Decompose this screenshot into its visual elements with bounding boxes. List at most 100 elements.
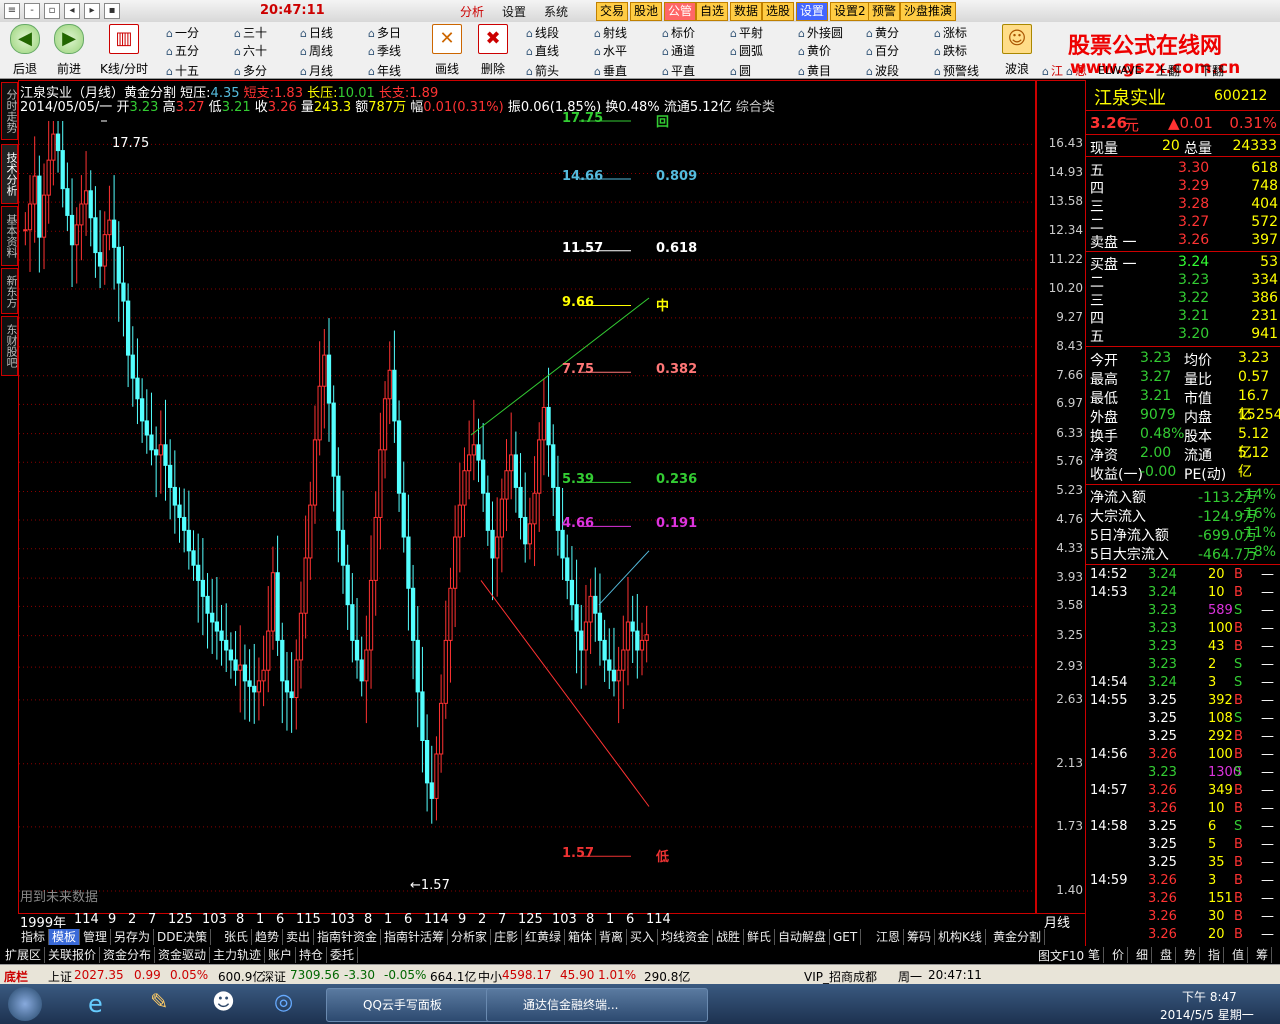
tab-public[interactable]: 公管 [664,2,697,21]
indicator-tab[interactable]: 背离 [596,929,628,945]
lower-tab[interactable]: 资金驱动 [155,947,211,963]
indicator-tab[interactable]: 张氏 [221,929,253,945]
period-week[interactable]: 周线 [300,42,333,59]
menu-system[interactable]: 系统 [544,3,568,20]
tool-alert-line[interactable]: 预警线 [934,62,979,79]
indicator-tab[interactable]: 战胜 [713,929,745,945]
tab-screener[interactable]: 选股 [762,2,795,21]
tab-sandbox[interactable]: 沙盘推演 [900,2,957,21]
tool-horizontal[interactable]: 水平 [594,42,627,59]
app-menu-icon[interactable]: ≡ [4,3,20,19]
tool-vertical[interactable]: 垂直 [594,62,627,79]
tab-alert[interactable]: 预警 [868,2,901,21]
indicator-tab[interactable]: 庄影 [491,929,523,945]
trend-line-up[interactable] [470,297,650,436]
tool-down-mark[interactable]: 跌标 [934,42,967,59]
tool-flat[interactable]: 平直 [662,62,695,79]
lower-tab[interactable]: 扩展区 [2,947,46,963]
side-tab-fundamental[interactable]: 基本资料 [1,206,18,266]
status-label[interactable]: 底栏 [4,968,28,985]
tool-line[interactable]: 直线 [526,42,559,59]
indicator-tab[interactable]: 管理 [80,929,112,945]
period-quarter[interactable]: 季线 [368,42,401,59]
trend-line-short[interactable] [598,550,650,606]
period-day[interactable]: 日线 [300,24,333,41]
lower-tab[interactable]: 资金分布 [100,947,156,963]
lower-tab[interactable]: 关联报价 [45,947,101,963]
browser-icon[interactable]: ◎ [274,990,304,1018]
period-year[interactable]: 年线 [368,62,401,79]
forward-button[interactable]: ▶ 前进 [46,24,92,77]
side-tab-intraday[interactable]: 分时走势 [1,82,18,140]
back-button[interactable]: ◀ 后退 [2,24,48,77]
indicator-tab[interactable]: 买入 [627,929,659,945]
lower-tab[interactable]: 持仓 [296,947,328,963]
indicator-tab[interactable]: 指南针活筹 [381,929,449,945]
kline-chart[interactable] [18,80,1036,914]
taskbar-date[interactable]: 2014/5/5 星期一 [1160,1006,1254,1023]
kline-toggle-button[interactable]: ▥ K线/分时 [96,24,152,77]
side-tab-technical[interactable]: 技术分析 [1,144,18,204]
tab-trade[interactable]: 交易 [596,2,629,21]
tool-channel[interactable]: 通道 [662,42,695,59]
quote-tab[interactable]: 笔 [1085,947,1105,963]
quote-tab[interactable]: 价 [1109,947,1129,963]
period-5min[interactable]: 五分 [166,42,199,59]
tool-ray[interactable]: 射线 [594,24,627,41]
delete-line-button[interactable]: ✖ 删除 [470,24,516,77]
vip-account[interactable]: VIP_招商成都 [804,968,877,985]
indicator-tab[interactable]: 模板 [49,929,81,945]
period-1min[interactable]: 一分 [166,24,199,41]
quote-tab[interactable]: 盘 [1157,947,1177,963]
tool-wave-band[interactable]: 波段 [866,62,899,79]
period-15min[interactable]: 十五 [166,62,199,79]
wave-button[interactable]: ☺ 波浪 [994,24,1040,77]
side-tab-forum[interactable]: 东财股吧 [1,316,18,376]
quote-tab[interactable]: 势 [1181,947,1201,963]
tool-gann-jiang[interactable]: 江 [1042,62,1063,79]
tab-stock-pool[interactable]: 股池 [630,2,663,21]
indicator-tab[interactable]: 指标 [18,929,50,945]
side-tab-new-east[interactable]: 新东方 [1,268,18,314]
quote-tab[interactable]: 值 [1229,947,1249,963]
tab-watchlist[interactable]: 自选 [696,2,729,21]
period-60min[interactable]: 六十 [234,42,267,59]
tool-percent[interactable]: 百分 [866,42,899,59]
indicator-tab[interactable]: 黄金分割 [990,929,1046,945]
tab-data[interactable]: 数据 [730,2,763,21]
indicator-tab[interactable]: 自动解盘 [775,929,831,945]
page-down-button[interactable]: 下翻 [1200,62,1224,79]
task-tongdaxin[interactable]: 通达信金融终端... [486,988,708,1022]
period-30min[interactable]: 三十 [234,24,267,41]
paint-icon[interactable]: ✎ [150,990,180,1018]
indicator-tab[interactable]: 分析家 [448,929,492,945]
f10-button[interactable]: 图文F10 [1038,947,1084,964]
indicator-tab[interactable]: 红黄绿 [522,929,566,945]
tool-up-mark[interactable]: 涨标 [934,24,967,41]
indicator-tab[interactable]: DDE决策 [154,929,212,945]
quote-tab[interactable]: 细 [1133,947,1153,963]
quote-tab[interactable]: 筹 [1253,947,1273,963]
indicator-tab[interactable]: 趋势 [252,929,284,945]
indicator-tab[interactable]: 机构K线 [935,929,986,945]
period-month[interactable]: 月线 [300,62,333,79]
menu-settings[interactable]: 设置 [502,3,526,20]
lower-tab[interactable]: 账户 [265,947,297,963]
minimize-icon[interactable]: - [24,3,40,19]
indicator-tab[interactable]: 鲜氏 [744,929,776,945]
indicator-tab[interactable]: GET [830,929,862,945]
elwave-button[interactable]: ELWAVE [1098,64,1142,77]
tab-settings2[interactable]: 设置2 [830,2,870,21]
tool-arrow[interactable]: 箭头 [526,62,559,79]
tool-arc[interactable]: 圆弧 [730,42,763,59]
qq-icon[interactable]: ☻ [212,990,242,1018]
tool-golden-split[interactable]: 黄分 [866,24,899,41]
menu-analysis[interactable]: 分析 [460,3,484,20]
tool-price-mark[interactable]: 标价 [662,24,695,41]
tool-segment[interactable]: 线段 [526,24,559,41]
task-qq-handwrite[interactable]: QQ云手写面板 [326,988,512,1022]
page-up-button[interactable]: 上翻 [1156,62,1180,79]
tool-circle[interactable]: 圆 [730,62,751,79]
period-multi-min[interactable]: 多分 [234,62,267,79]
start-button-icon[interactable] [8,987,42,1021]
